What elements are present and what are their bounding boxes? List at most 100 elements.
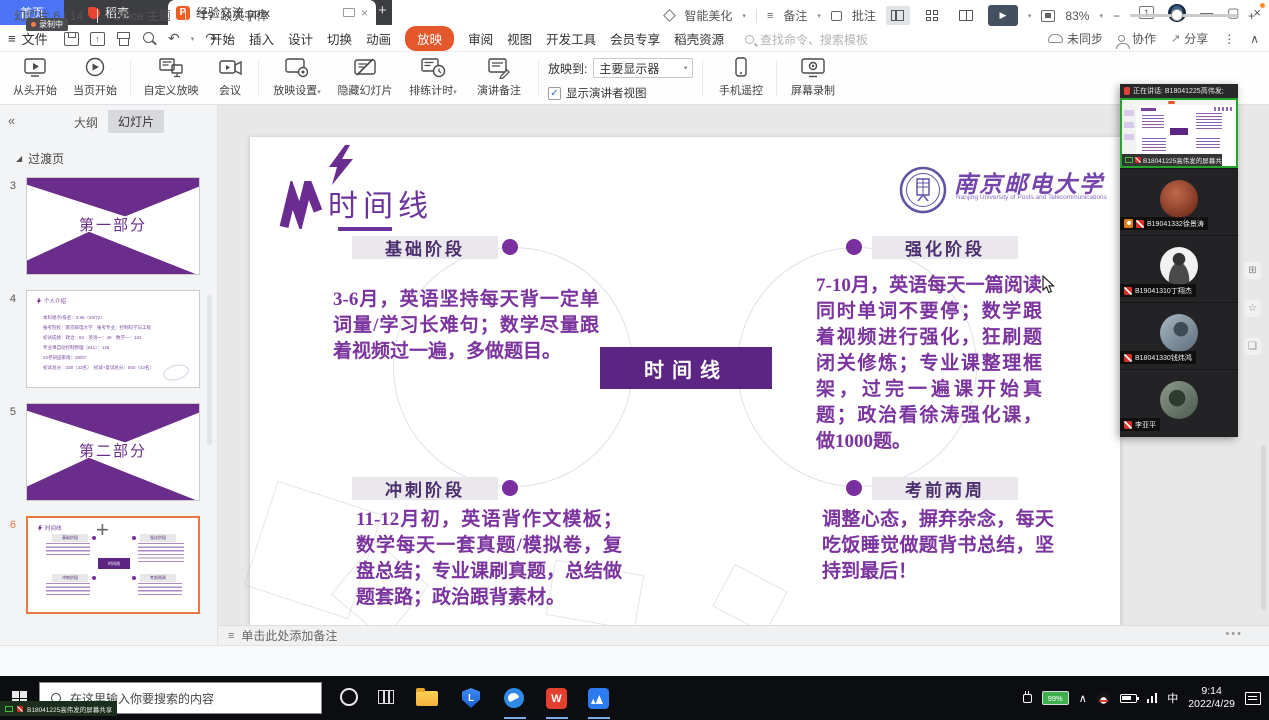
clock[interactable]: 9:142022/4/29	[1188, 685, 1235, 711]
print-preview-icon[interactable]	[142, 32, 157, 46]
hide-slide-button[interactable]: 隐藏幻灯片	[332, 57, 398, 98]
participant-tile[interactable]: B19041332徐景涛	[1120, 168, 1238, 235]
slide-thumbnail-3[interactable]: 第一部分	[26, 177, 200, 275]
export-icon[interactable]: ↑	[90, 32, 105, 46]
chevron-down-icon[interactable]: ▾	[817, 12, 821, 20]
cortana-button[interactable]	[340, 688, 358, 706]
menu-devtools[interactable]: 开发工具	[546, 29, 596, 48]
more-menu-icon[interactable]: ⋮	[1223, 32, 1235, 46]
zoom-slider-knob[interactable]	[1171, 9, 1183, 21]
menu-start[interactable]: 开始	[210, 29, 235, 48]
play-dropdown-icon[interactable]: ▾	[1028, 12, 1032, 20]
university-emblem-icon[interactable]	[899, 166, 947, 214]
stage-chip-intensive[interactable]: 强化阶段	[872, 236, 1018, 259]
screen-record-button[interactable]: 屏幕录制	[784, 57, 842, 98]
menu-docer-res[interactable]: 稻壳资源	[674, 29, 724, 48]
show-settings-button[interactable]: 放映设置▾	[264, 57, 330, 98]
security-app-button[interactable]: L	[462, 688, 480, 708]
slide-thumbnail-6-selected[interactable]: 时间线 基础阶段 强化阶段 冲刺阶段 考前两周 时间线	[26, 516, 200, 614]
zoom-slider[interactable]	[1130, 14, 1238, 17]
participant-tile[interactable]: B18041330钱炜鸿	[1120, 302, 1238, 369]
meeting-app-button[interactable]	[504, 688, 524, 708]
missing-font-label[interactable]: 缺失字体	[221, 7, 269, 24]
present-mode-icon[interactable]	[343, 8, 355, 17]
stage-dot[interactable]	[846, 239, 862, 255]
notes-toggle[interactable]: 备注	[783, 7, 807, 24]
beautify-button[interactable]: 智能美化	[684, 7, 732, 24]
command-search[interactable]: 查找命令、搜索模板	[745, 31, 868, 48]
menu-view[interactable]: 视图	[507, 29, 532, 48]
collapse-ribbon-icon[interactable]: ∧	[1250, 32, 1259, 46]
notes-bar[interactable]: ≡ 单击此处添加备注 •••	[218, 625, 1269, 645]
collapse-panel-icon[interactable]: «	[8, 113, 15, 128]
docs-app-button[interactable]	[588, 688, 609, 709]
ghost-toolbar-icon[interactable]: ⊞	[1244, 262, 1261, 279]
action-center-icon[interactable]	[1245, 692, 1261, 705]
close-tab-icon[interactable]: ×	[361, 6, 368, 20]
new-tab-button[interactable]: +	[378, 2, 387, 19]
stage-text-final[interactable]: 调整心态，摒弃杂念，每天吃饭睡觉做题背书总结，坚持到最后！	[822, 507, 1054, 585]
save-icon[interactable]	[64, 32, 79, 46]
theme-name[interactable]: Office 主题	[112, 7, 170, 24]
chevron-down-icon[interactable]: ▾	[742, 12, 746, 20]
task-view-button[interactable]	[378, 688, 394, 704]
sync-status[interactable]: 未同步	[1048, 30, 1103, 47]
phone-remote-button[interactable]: 手机遥控	[712, 57, 770, 98]
play-slideshow-button[interactable]: ▶	[988, 5, 1018, 26]
participant-tile[interactable]: B19041310丁翔杰	[1120, 235, 1238, 302]
participant-tile[interactable]: 李亚平	[1120, 369, 1238, 436]
menu-member[interactable]: 会员专享	[610, 29, 660, 48]
stage-text-sprint[interactable]: 11-12月初，英语背作文模板；数学每天一套真题/模拟卷，复盘总结；专业课刷真题…	[356, 507, 622, 611]
zoom-dropdown-icon[interactable]: ▾	[1099, 12, 1103, 20]
slide-thumbnail-4[interactable]: 个人介绍 本科绩点/排名：3.96（40/72） 报考院校：南京邮电大学 报考专…	[26, 290, 200, 388]
share-button[interactable]: ↗分享	[1171, 30, 1208, 47]
presenter-view-checkbox[interactable]: ✓	[548, 87, 561, 100]
battery-charge-indicator[interactable]: 99%	[1042, 691, 1069, 705]
screen-share-toast[interactable]: B18041225高伟发的屏幕共享	[0, 701, 117, 716]
menu-slideshow-active[interactable]: 放映	[405, 26, 454, 51]
rehearse-timing-button[interactable]: 排练计时▾	[400, 57, 466, 98]
display-to-select[interactable]: 主要显示器 ▾	[593, 58, 693, 78]
power-plug-icon[interactable]	[1023, 694, 1032, 703]
slide-thumbnail-5[interactable]: 第二部分	[26, 403, 200, 501]
collaborate-button[interactable]: 协作	[1118, 30, 1156, 47]
stage-dot[interactable]	[502, 239, 518, 255]
view-reading-button[interactable]	[954, 6, 978, 25]
tray-expand-icon[interactable]: ∧	[1079, 692, 1087, 705]
panel-handle-dots[interactable]: •••	[1225, 628, 1243, 640]
wps-app-button[interactable]: W	[546, 688, 567, 709]
battery-icon[interactable]	[1120, 694, 1137, 703]
dropdown-icon[interactable]: ▾	[317, 89, 321, 96]
undo-dropdown-icon[interactable]: ▾	[191, 35, 195, 43]
menu-transition[interactable]: 切换	[327, 29, 352, 48]
meeting-button[interactable]: 会议	[208, 57, 252, 98]
ghost-toolbar-icon[interactable]: ❏	[1244, 338, 1261, 355]
menu-animation[interactable]: 动画	[366, 29, 391, 48]
speaker-notes-button[interactable]: 演讲备注	[468, 57, 530, 98]
wifi-icon[interactable]	[1147, 693, 1158, 703]
qq-icon[interactable]	[1097, 692, 1110, 705]
play-from-start-button[interactable]: 从头开始	[6, 57, 64, 98]
screen-share-tile[interactable]: B18041225高伟发的屏幕共享	[1120, 98, 1238, 168]
dropdown-icon[interactable]: ▾	[453, 89, 457, 96]
menu-insert[interactable]: 插入	[249, 29, 274, 48]
tab-slides[interactable]: 幻灯片	[108, 110, 164, 133]
stage-text-intensive[interactable]: 7-10月，英语每天一篇阅读同时单词不要停；数学跟着视频进行强化，狂刷题闭关修炼…	[816, 273, 1042, 455]
slide-title[interactable]: 时间线	[328, 181, 433, 225]
play-current-button[interactable]: 当页开始	[66, 57, 124, 98]
zoom-out-button[interactable]: −	[1113, 9, 1120, 23]
view-sorter-button[interactable]	[920, 6, 944, 25]
view-normal-button[interactable]	[886, 6, 910, 25]
zoom-level[interactable]: 83%	[1065, 9, 1089, 23]
custom-show-button[interactable]: 自定义放映	[136, 57, 206, 98]
ime-indicator[interactable]: 中	[1167, 690, 1178, 706]
comments-toggle[interactable]: 批注	[852, 7, 876, 24]
stage-chip-final[interactable]: 考前两周	[872, 477, 1018, 500]
stage-chip-basic[interactable]: 基础阶段	[352, 236, 498, 259]
timeline-center-box[interactable]: 时间线	[600, 347, 772, 389]
add-slide-button[interactable]: +	[96, 517, 109, 543]
fit-window-icon[interactable]	[1041, 10, 1055, 22]
ghost-toolbar-icon[interactable]: ☆	[1244, 300, 1261, 317]
file-explorer-button[interactable]	[416, 688, 438, 706]
print-icon[interactable]	[116, 32, 131, 46]
